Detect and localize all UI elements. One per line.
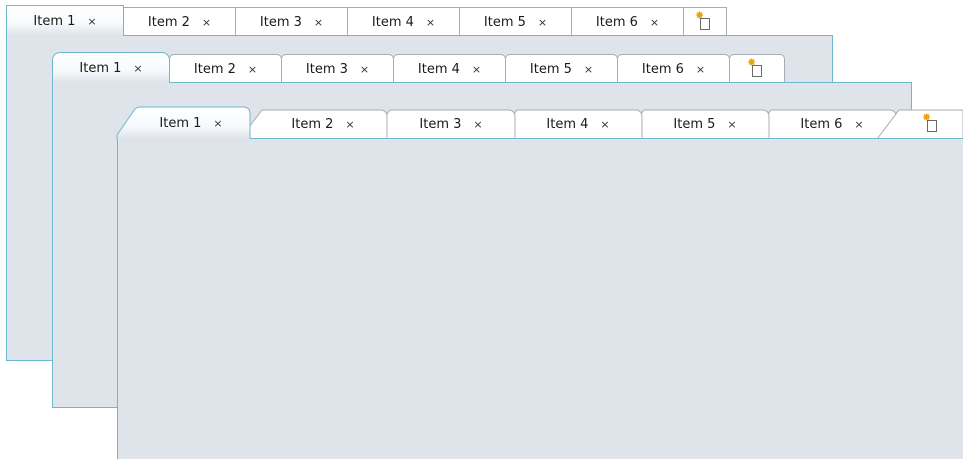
tab-item-6[interactable]: Item 6 ×: [748, 109, 897, 140]
close-icon[interactable]: ×: [133, 62, 142, 75]
tab-label: Item 3: [305, 61, 348, 77]
close-icon[interactable]: ×: [600, 118, 609, 131]
tab-item-5[interactable]: Item 5 ×: [505, 54, 618, 83]
tab-item-5[interactable]: Item 5 ×: [459, 7, 572, 36]
close-icon[interactable]: ×: [538, 16, 547, 29]
close-icon[interactable]: ×: [213, 117, 222, 130]
close-icon[interactable]: ×: [426, 16, 435, 29]
close-icon[interactable]: ×: [87, 15, 96, 28]
tab-label: Item 3: [259, 14, 302, 30]
tab-strip: Item 6 × Item 5 × Item 4 × Item 3 × Item 2 × …: [116, 106, 963, 140]
close-icon[interactable]: ×: [727, 118, 736, 131]
tab-label: Item 4: [546, 116, 589, 132]
tab-label: Item 5: [673, 116, 716, 132]
close-icon[interactable]: ×: [248, 63, 257, 76]
tab-item-4[interactable]: Item 4 ×: [393, 54, 506, 83]
close-icon[interactable]: ×: [345, 118, 354, 131]
close-icon[interactable]: ×: [314, 16, 323, 29]
close-icon[interactable]: ×: [650, 16, 659, 29]
new-tab-icon: ✸: [922, 111, 939, 132]
tab-label: Item 6: [595, 14, 638, 30]
tab-item-2[interactable]: Item 2 ×: [169, 54, 282, 83]
tab-label: Item 6: [800, 116, 843, 132]
tab-label: Item 4: [417, 61, 460, 77]
tab-item-2[interactable]: Item 2 ×: [123, 7, 236, 36]
close-icon[interactable]: ×: [473, 118, 482, 131]
tab-item-3[interactable]: Item 3 ×: [367, 109, 516, 140]
tab-item-3[interactable]: Item 3 ×: [281, 54, 394, 83]
tab-item-4[interactable]: Item 4 ×: [494, 109, 643, 140]
close-icon[interactable]: ×: [696, 63, 705, 76]
tab-label: Item 2: [147, 14, 190, 30]
tab-item-6[interactable]: Item 6 ×: [617, 54, 730, 83]
tab-item-3[interactable]: Item 3 ×: [235, 7, 348, 36]
tab-label: Item 3: [419, 116, 462, 132]
tab-item-1[interactable]: Item 1 ×: [6, 5, 124, 36]
tab-item-2[interactable]: Item 2 ×: [239, 109, 388, 140]
tab-strip: Item 1 × Item 2 × Item 3 × Item 4 × Item…: [52, 52, 785, 83]
close-icon[interactable]: ×: [472, 63, 481, 76]
tab-label: Item 2: [291, 116, 334, 132]
close-icon[interactable]: ×: [584, 63, 593, 76]
new-tab-button[interactable]: ✸: [729, 54, 785, 83]
tab-item-1[interactable]: Item 1 ×: [52, 52, 170, 83]
close-icon[interactable]: ×: [854, 118, 863, 131]
tab-content-panel: [117, 138, 963, 459]
tab-label: Item 4: [371, 14, 414, 30]
tab-item-6[interactable]: Item 6 ×: [571, 7, 684, 36]
tab-item-5[interactable]: Item 5 ×: [621, 109, 770, 140]
new-tab-icon: ✸: [695, 9, 712, 30]
new-tab-button[interactable]: ✸: [876, 109, 963, 140]
tab-label: Item 6: [641, 61, 684, 77]
close-icon[interactable]: ×: [202, 16, 211, 29]
tab-control-slanted: Item 6 × Item 5 × Item 4 × Item 3 × Item 2 × …: [116, 106, 963, 459]
tab-label: Item 2: [193, 61, 236, 77]
tab-strip: Item 1 × Item 2 × Item 3 × Item 4 × Item…: [6, 5, 727, 36]
tab-label: Item 1: [159, 115, 202, 131]
new-tab-icon: ✸: [747, 56, 764, 77]
tab-label: Item 5: [483, 14, 526, 30]
tab-item-4[interactable]: Item 4 ×: [347, 7, 460, 36]
new-tab-button[interactable]: ✸: [683, 7, 727, 36]
close-icon[interactable]: ×: [360, 63, 369, 76]
tab-item-1[interactable]: Item 1 ×: [116, 106, 251, 139]
tab-label: Item 1: [33, 13, 76, 29]
tab-label: Item 1: [79, 60, 122, 76]
tab-label: Item 5: [529, 61, 572, 77]
